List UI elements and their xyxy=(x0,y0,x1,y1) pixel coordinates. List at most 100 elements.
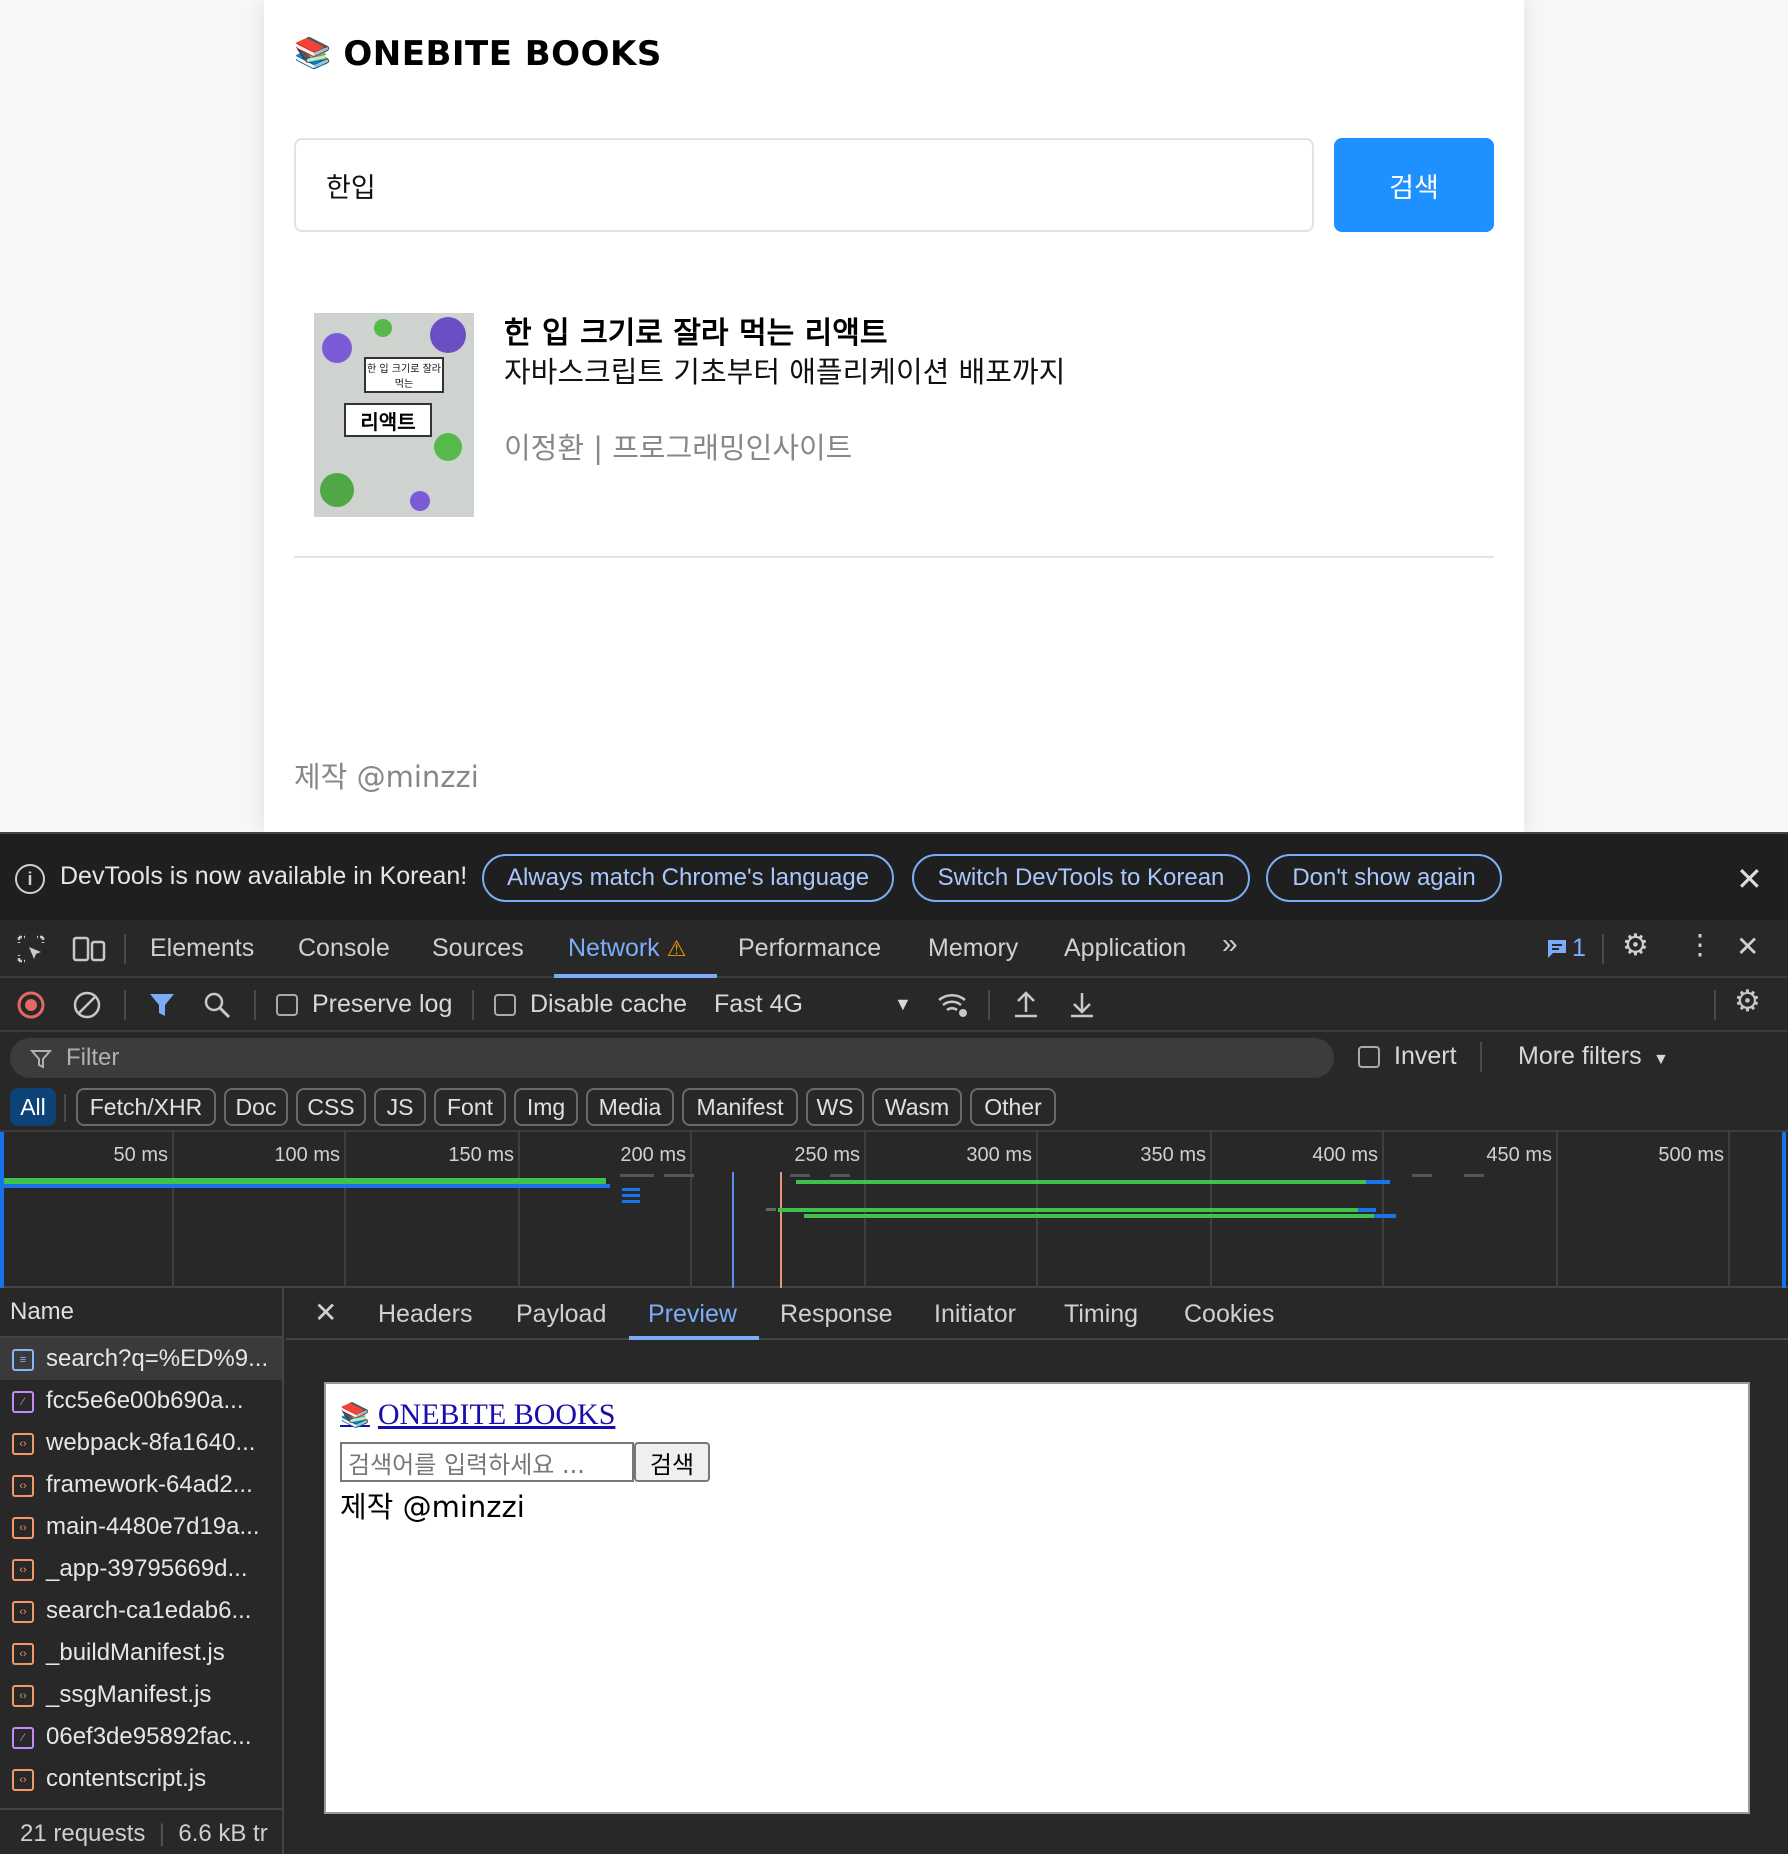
type-filter-media[interactable]: Media xyxy=(586,1088,674,1126)
info-icon: i xyxy=(15,864,45,894)
request-row[interactable]: ‹› framework-64ad2... xyxy=(0,1464,282,1506)
type-filter-all[interactable]: All xyxy=(10,1088,56,1126)
waterfall-bar xyxy=(804,1214,1374,1218)
preserve-log-checkbox[interactable] xyxy=(276,994,298,1016)
script-file-icon: ‹› xyxy=(12,1559,34,1581)
search-input[interactable]: 한입 xyxy=(294,138,1314,232)
preview-search-button[interactable]: 검색 xyxy=(634,1442,710,1482)
filter-row: Filter Invert More filters ▼ xyxy=(0,1032,1788,1082)
disable-cache-checkbox[interactable] xyxy=(494,994,516,1016)
image-file-icon: ⁄ xyxy=(12,1391,34,1413)
throttling-select[interactable]: Fast 4G xyxy=(714,990,803,1019)
type-filter-fetch-xhr[interactable]: Fetch/XHR xyxy=(76,1088,216,1126)
tab-payload[interactable]: Payload xyxy=(516,1300,606,1329)
type-filter-doc[interactable]: Doc xyxy=(224,1088,288,1126)
more-filters-dropdown[interactable]: More filters ▼ xyxy=(1518,1042,1669,1071)
request-row[interactable]: ‹› contentscript.js xyxy=(0,1758,282,1800)
import-har-upload-icon[interactable] xyxy=(1012,990,1040,1020)
request-row[interactable]: ⁄ 06ef3de95892fac... xyxy=(0,1716,282,1758)
type-filter-img[interactable]: Img xyxy=(514,1088,578,1126)
inspect-element-icon[interactable] xyxy=(16,934,46,964)
tab-preview[interactable]: Preview xyxy=(648,1300,737,1329)
tab-elements[interactable]: Elements xyxy=(150,934,254,963)
tab-headers[interactable]: Headers xyxy=(378,1300,473,1329)
tab-memory[interactable]: Memory xyxy=(928,934,1018,963)
request-row[interactable]: ‹› _ssgManifest.js xyxy=(0,1674,282,1716)
request-name: fcc5e6e00b690a... xyxy=(46,1387,244,1414)
network-overview-timeline[interactable]: 50 ms 100 ms 150 ms 200 ms 250 ms 300 ms… xyxy=(0,1132,1788,1288)
chevron-down-icon[interactable]: ▼ xyxy=(894,994,912,1015)
tab-timing[interactable]: Timing xyxy=(1064,1300,1138,1329)
brand-link[interactable]: 📚 ONEBITE BOOKS xyxy=(294,32,662,76)
device-toolbar-icon[interactable] xyxy=(72,934,106,964)
type-filter-wasm[interactable]: Wasm xyxy=(872,1088,962,1126)
type-filter-css[interactable]: CSS xyxy=(296,1088,366,1126)
search-icon[interactable] xyxy=(202,990,232,1020)
always-match-language-button[interactable]: Always match Chrome's language xyxy=(482,854,894,902)
page-footer: 제작 @minzzi xyxy=(294,760,479,794)
tab-sources[interactable]: Sources xyxy=(432,934,524,963)
preview-brand-link[interactable]: 📚 ONEBITE BOOKS xyxy=(340,1398,615,1432)
request-row[interactable]: ‹› main-4480e7d19a... xyxy=(0,1506,282,1548)
tab-cookies[interactable]: Cookies xyxy=(1184,1300,1274,1329)
tab-response[interactable]: Response xyxy=(780,1300,893,1329)
type-filter-ws[interactable]: WS xyxy=(806,1088,864,1126)
close-devtools-icon[interactable]: ✕ xyxy=(1736,930,1759,963)
record-stop-icon[interactable] xyxy=(16,990,46,1020)
issues-button[interactable]: 1 xyxy=(1546,934,1586,963)
filter-funnel-icon[interactable] xyxy=(148,990,176,1020)
load-event-marker xyxy=(780,1172,782,1288)
tab-console[interactable]: Console xyxy=(298,934,390,963)
preview-search-input[interactable]: 검색어를 입력하세요 ... xyxy=(340,1442,634,1482)
close-icon[interactable]: ✕ xyxy=(1736,860,1763,898)
book-item[interactable]: 한 입 크기로 잘라 먹는 리액트 한 입 크기로 잘라 먹는 리액트 자바스크… xyxy=(294,268,1494,558)
filter-input[interactable]: Filter xyxy=(10,1038,1334,1078)
network-settings-gear-icon[interactable]: ⚙ xyxy=(1734,984,1761,1019)
timeline-right-handle[interactable] xyxy=(1782,1132,1786,1288)
request-row[interactable]: ⁄ fcc5e6e00b690a... xyxy=(0,1380,282,1422)
type-filter-font[interactable]: Font xyxy=(434,1088,506,1126)
network-toolbar: Preserve log Disable cache Fast 4G ▼ ⚙ xyxy=(0,978,1788,1032)
tab-network-label: Network xyxy=(568,934,660,962)
request-row[interactable]: ‹› _app-39795669d... xyxy=(0,1548,282,1590)
request-row[interactable]: ≡ search?q=%ED%9... xyxy=(0,1338,282,1380)
book-author-publisher: 이정환 | 프로그래밍인사이트 xyxy=(504,431,853,465)
waterfall-bar xyxy=(1464,1174,1484,1177)
request-row[interactable]: ‹› search-ca1edab6... xyxy=(0,1590,282,1632)
invert-checkbox[interactable] xyxy=(1358,1046,1380,1068)
clear-icon[interactable] xyxy=(72,990,102,1020)
request-row[interactable]: ‹› _buildManifest.js xyxy=(0,1632,282,1674)
tick-250ms: 250 ms xyxy=(794,1144,860,1166)
response-preview-frame: 📚 ONEBITE BOOKS 검색어를 입력하세요 ... 검색 제작 @mi… xyxy=(324,1382,1750,1814)
request-row[interactable]: ‹› webpack-8fa1640... xyxy=(0,1422,282,1464)
more-tabs-icon[interactable]: » xyxy=(1222,928,1238,960)
request-name: webpack-8fa1640... xyxy=(46,1429,256,1456)
book-subtitle: 자바스크립트 기초부터 애플리케이션 배포까지 xyxy=(504,355,1066,389)
waterfall-bar xyxy=(4,1184,610,1188)
kebab-menu-icon[interactable]: ⋮ xyxy=(1686,928,1714,961)
tab-network[interactable]: Network ⚠ xyxy=(568,934,686,963)
preview-brand-title: ONEBITE BOOKS xyxy=(377,1398,616,1431)
waterfall-bar xyxy=(620,1174,654,1177)
waterfall-bar xyxy=(622,1200,640,1203)
type-filter-js[interactable]: JS xyxy=(374,1088,426,1126)
tab-initiator[interactable]: Initiator xyxy=(934,1300,1016,1329)
switch-devtools-korean-button[interactable]: Switch DevTools to Korean xyxy=(912,854,1250,902)
tab-performance[interactable]: Performance xyxy=(738,934,881,963)
image-file-icon: ⁄ xyxy=(12,1727,34,1749)
dont-show-again-button[interactable]: Don't show again xyxy=(1266,854,1502,902)
tab-application[interactable]: Application xyxy=(1064,934,1186,963)
export-har-download-icon[interactable] xyxy=(1068,990,1096,1020)
type-filter-other[interactable]: Other xyxy=(970,1088,1056,1126)
settings-gear-icon[interactable]: ⚙ xyxy=(1622,928,1649,963)
tick-50ms: 50 ms xyxy=(113,1144,168,1166)
name-column-header[interactable]: Name xyxy=(0,1288,284,1338)
network-conditions-wifi-icon[interactable] xyxy=(936,990,970,1020)
waterfall-bar xyxy=(1358,1208,1376,1212)
search-button[interactable]: 검색 xyxy=(1334,138,1494,232)
close-detail-icon[interactable]: ✕ xyxy=(314,1296,337,1329)
timeline-left-handle[interactable] xyxy=(0,1132,4,1288)
waterfall-bar xyxy=(1366,1180,1390,1184)
type-filter-manifest[interactable]: Manifest xyxy=(682,1088,798,1126)
tick-150ms: 150 ms xyxy=(448,1144,514,1166)
